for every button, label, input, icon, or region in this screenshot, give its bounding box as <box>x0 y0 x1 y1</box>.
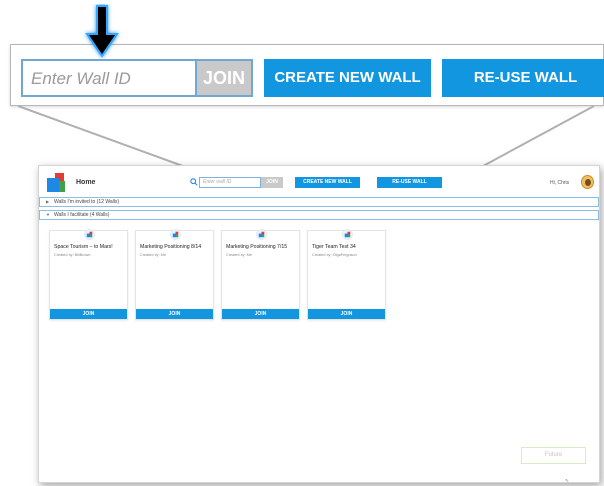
section-label: Walls I'm invited to (12 Walls) <box>54 199 120 205</box>
search-icon <box>190 178 198 186</box>
wall-card[interactable]: Tiger Team Test 34 Created by: OlgaFergu… <box>307 229 386 320</box>
create-new-wall-button[interactable]: CREATE NEW WALL <box>295 177 360 188</box>
join-button-zoomed[interactable]: JOIN <box>197 59 253 97</box>
wall-icon <box>84 229 95 240</box>
wall-card[interactable]: Space Tourism – to Mars! Created by: Bil… <box>49 229 128 320</box>
wall-join-button[interactable]: JOIN <box>308 309 385 319</box>
join-button[interactable]: JOIN <box>261 177 283 188</box>
resize-corner-icon: ⇖ <box>565 478 570 483</box>
app-window: Home Enter wall ID JOIN CREATE NEW WALL … <box>38 165 600 483</box>
down-arrow-icon <box>85 5 119 58</box>
user-greeting: Hi, Chris <box>550 180 570 186</box>
avatar[interactable] <box>581 175 594 189</box>
wall-title: Marketing Positioning 8/14 <box>140 244 202 250</box>
wall-id-input[interactable]: Enter wall ID <box>199 177 261 188</box>
wall-creator: Created by: OlgaFerguson <box>312 253 357 257</box>
chevron-right-icon: ▶ <box>46 199 50 204</box>
future-button[interactable]: Future <box>521 447 586 464</box>
section-invited-walls[interactable]: ▶ Walls I'm invited to (12 Walls) <box>39 197 599 207</box>
wall-creator: Created by: Me <box>226 253 252 257</box>
reuse-wall-button-zoomed[interactable]: RE-USE WALL <box>442 59 604 97</box>
wall-join-button[interactable]: JOIN <box>222 309 299 319</box>
top-bar: Home Enter wall ID JOIN CREATE NEW WALL … <box>39 166 599 199</box>
wall-creator: Created by: Me <box>140 253 166 257</box>
wall-id-input-zoomed[interactable]: Enter Wall ID <box>21 59 197 97</box>
wall-card[interactable]: Marketing Positioning 8/14 Created by: M… <box>135 229 214 320</box>
wall-card[interactable]: Marketing Positioning 7/15 Created by: M… <box>221 229 300 320</box>
wall-icon <box>256 229 267 240</box>
create-new-wall-button-zoomed[interactable]: CREATE NEW WALL <box>264 59 431 97</box>
wall-icon <box>342 229 353 240</box>
app-logo[interactable] <box>47 173 67 193</box>
section-label: Walls I facilitate (4 Walls) <box>54 212 110 218</box>
wall-icon <box>170 229 181 240</box>
wall-title: Tiger Team Test 34 <box>312 244 356 250</box>
home-link[interactable]: Home <box>76 179 95 186</box>
reuse-wall-button[interactable]: RE-USE WALL <box>377 177 442 188</box>
wall-join-button[interactable]: JOIN <box>136 309 213 319</box>
wall-title: Marketing Positioning 7/15 <box>226 244 288 250</box>
wall-creator: Created by: BillBrown <box>54 253 91 257</box>
wall-title: Space Tourism – to Mars! <box>54 244 113 250</box>
wall-join-button[interactable]: JOIN <box>50 309 127 319</box>
chevron-down-icon: ▼ <box>46 212 50 217</box>
section-facilitated-walls[interactable]: ▼ Walls I facilitate (4 Walls) <box>39 210 599 220</box>
